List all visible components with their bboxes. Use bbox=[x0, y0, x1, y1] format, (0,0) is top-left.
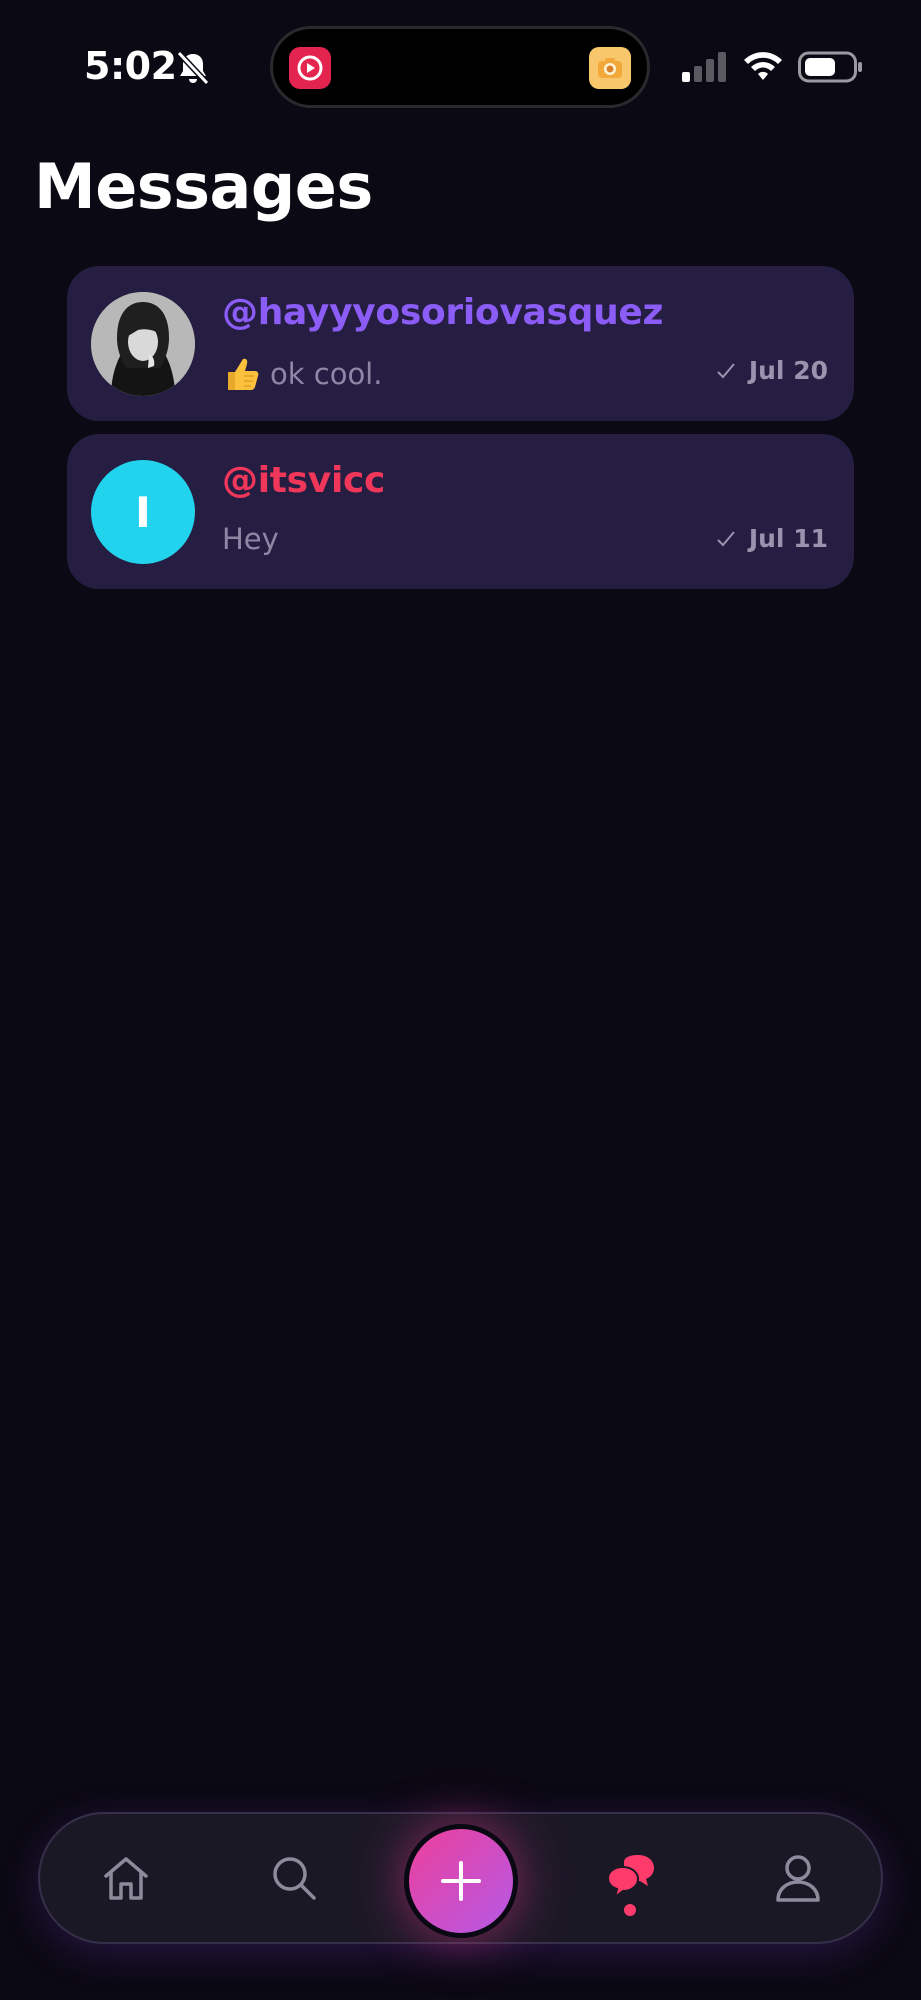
new-message-button[interactable] bbox=[404, 1824, 518, 1938]
messages-screen: 5:02 Messages @hayyyosoriovasquez ok coo… bbox=[0, 0, 921, 2000]
conversation-meta: Jul 11 bbox=[715, 524, 828, 553]
avatar: I bbox=[91, 460, 195, 564]
status-time: 5:02 bbox=[84, 44, 177, 88]
nav-home[interactable] bbox=[96, 1848, 156, 1908]
conversation-date: Jul 11 bbox=[748, 524, 828, 553]
dynamic-island bbox=[270, 26, 650, 108]
status-bar: 5:02 bbox=[0, 0, 921, 130]
conversation-preview-text: Hey bbox=[222, 522, 279, 556]
conversation-handle: @itsvicc bbox=[222, 460, 386, 501]
conversation-item[interactable]: I @itsvicc Hey Jul 11 bbox=[67, 434, 854, 589]
thumbs-up-icon bbox=[228, 358, 259, 390]
nav-profile[interactable] bbox=[768, 1848, 828, 1908]
conversation-list: @hayyyosoriovasquez ok cool. Jul 20 I @i… bbox=[67, 266, 854, 602]
avatar-initial: I bbox=[135, 487, 151, 537]
avatar bbox=[91, 292, 195, 396]
conversation-preview: Hey bbox=[222, 522, 279, 556]
search-icon bbox=[273, 1857, 316, 1900]
conversation-meta: Jul 20 bbox=[715, 356, 828, 385]
bell-slash-icon bbox=[176, 50, 210, 86]
camera-app-icon bbox=[589, 47, 631, 89]
check-icon bbox=[717, 362, 735, 378]
nav-messages[interactable] bbox=[600, 1848, 660, 1908]
conversation-date: Jul 20 bbox=[748, 356, 828, 385]
profile-icon bbox=[776, 1855, 820, 1902]
home-icon bbox=[104, 1857, 148, 1900]
battery-icon bbox=[798, 51, 862, 83]
active-indicator-dot bbox=[624, 1904, 636, 1916]
video-app-icon bbox=[289, 47, 331, 89]
conversation-preview: ok cool. bbox=[222, 354, 382, 394]
messages-icon bbox=[606, 1855, 654, 1900]
nav-search[interactable] bbox=[264, 1848, 324, 1908]
page-title: Messages bbox=[34, 150, 373, 223]
check-icon bbox=[717, 530, 735, 546]
wifi-icon bbox=[744, 52, 782, 80]
signal-icon bbox=[682, 52, 726, 82]
conversation-item[interactable]: @hayyyosoriovasquez ok cool. Jul 20 bbox=[67, 266, 854, 421]
conversation-preview-text: ok cool. bbox=[270, 357, 383, 391]
add-icon bbox=[441, 1861, 481, 1901]
conversation-handle: @hayyyosoriovasquez bbox=[222, 292, 664, 333]
